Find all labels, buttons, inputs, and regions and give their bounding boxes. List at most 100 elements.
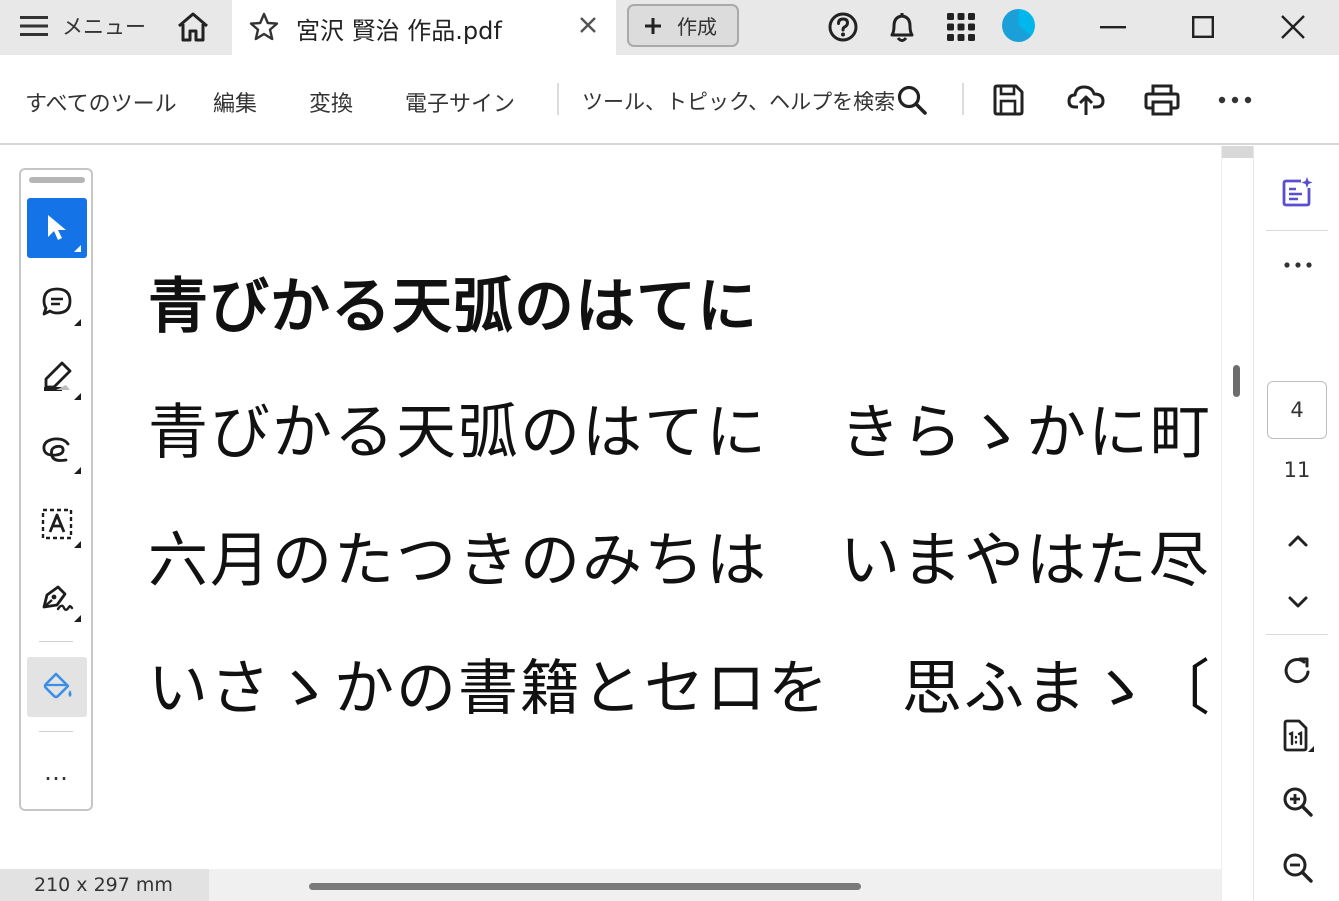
total-pages: 11 [1283, 458, 1311, 482]
poem-line: 青びかる天弧のはてに きらゝかに町 [148, 384, 1212, 471]
vertical-scroll-thumb[interactable] [1233, 365, 1240, 397]
ai-assistant-icon [1282, 177, 1313, 207]
menu-label: メニュー [62, 15, 146, 39]
home-icon [178, 12, 208, 42]
bell-icon [890, 13, 914, 42]
rail-divider [1266, 230, 1328, 231]
document-tab-title: 宮沢 賢治 作品.pdf [296, 17, 502, 45]
horizontal-scroll-thumb[interactable] [309, 883, 861, 890]
poem-line: いさゝかの書籍とセロを 思ふまゝ〔 [148, 640, 1212, 727]
poem-line-second-half: きらゝかに町 [840, 398, 1212, 468]
maximize-icon [1192, 16, 1214, 38]
freehand-draw-icon [42, 437, 70, 462]
search-icon [897, 85, 927, 115]
text-box-tool-button[interactable] [27, 494, 87, 554]
poem-line-second-half: いまやはた尽 [840, 526, 1211, 596]
document-tab[interactable]: 宮沢 賢治 作品.pdf [232, 0, 616, 55]
poem-line: 六月のたつきのみちは いまやはた尽 [148, 512, 1211, 599]
select-tool-button[interactable] [27, 198, 87, 258]
home-button[interactable] [172, 10, 214, 44]
convert-link[interactable]: 変換 [309, 86, 353, 118]
rotate-view-button[interactable] [1276, 649, 1320, 693]
tools-divider [39, 731, 73, 732]
poem-line-first-half: 六月のたつきのみちは [148, 526, 768, 596]
plus-icon [645, 17, 661, 34]
highlight-tool-button[interactable] [27, 346, 87, 406]
menu-button[interactable]: メニュー [20, 10, 146, 42]
ai-assistant-button[interactable] [1276, 170, 1320, 214]
paint-bucket-icon [43, 672, 72, 699]
chevron-down-icon [1288, 596, 1308, 608]
toolbar-divider [962, 83, 964, 115]
help-icon [828, 12, 858, 42]
rail-more-button[interactable] [1276, 243, 1320, 287]
highlighter-icon [44, 361, 72, 391]
drag-handle[interactable] [29, 177, 85, 183]
create-label: 作成 [677, 15, 717, 39]
rotate-icon [1284, 657, 1310, 684]
toolbar-divider [557, 83, 559, 115]
comment-icon [42, 287, 72, 316]
create-button[interactable]: 作成 [627, 4, 739, 47]
main-toolbar: すべてのツール 編集 変換 電子サイン ツール、トピック、ヘルプを検索 [0, 55, 1339, 145]
print-button[interactable] [1140, 79, 1184, 121]
zoom-in-icon [1283, 787, 1313, 817]
next-page-button[interactable] [1276, 580, 1320, 624]
zoom-out-button[interactable] [1276, 846, 1320, 890]
cursor-arrow-icon [48, 215, 66, 240]
close-window-button[interactable] [1270, 8, 1316, 46]
poem-line-first-half: 青びかる天弧のはてに [148, 398, 768, 468]
more-tools-button[interactable]: … [21, 758, 91, 786]
vertical-scrollbar[interactable] [1221, 146, 1253, 901]
cloud-upload-icon [1067, 85, 1105, 115]
minimize-button[interactable] [1090, 8, 1136, 46]
tools-divider [39, 641, 73, 642]
close-tab-icon[interactable] [578, 15, 598, 35]
print-icon [1144, 84, 1180, 116]
close-icon [1281, 15, 1305, 39]
edit-link[interactable]: 編集 [213, 86, 257, 118]
e-sign-link[interactable]: 電子サイン [405, 86, 515, 118]
star-icon[interactable] [248, 11, 280, 43]
zoom-in-button[interactable] [1276, 780, 1320, 824]
search-field[interactable]: ツール、トピック、ヘルプを検索 [582, 86, 895, 116]
more-options-button[interactable] [1213, 79, 1257, 121]
poem-line-first-half: いさゝかの書籍とセロを [148, 654, 830, 724]
user-avatar[interactable] [1002, 9, 1035, 42]
poem-line-second-half: 思ふまゝ〔 [902, 654, 1212, 724]
status-bar: 210 x 297 mm [0, 869, 1221, 901]
sign-tool-button[interactable] [27, 568, 87, 628]
help-button[interactable] [823, 8, 863, 46]
notifications-button[interactable] [882, 8, 922, 46]
comment-tool-button[interactable] [27, 272, 87, 332]
previous-page-button[interactable] [1276, 519, 1320, 563]
page-size-indicator: 210 x 297 mm [0, 869, 209, 901]
zoom-out-icon [1283, 853, 1313, 883]
minimize-icon [1100, 26, 1126, 29]
apps-grid-icon [947, 13, 975, 41]
fill-color-tool-button[interactable] [27, 657, 87, 717]
more-horizontal-icon [1218, 96, 1252, 104]
save-button[interactable] [986, 79, 1030, 121]
pen-signature-icon [42, 585, 74, 611]
right-side-rail: 4 11 [1253, 146, 1339, 901]
maximize-button[interactable] [1180, 8, 1226, 46]
search-button[interactable] [890, 79, 934, 121]
scroll-up-arrow[interactable] [1222, 146, 1253, 158]
actual-size-icon [1283, 719, 1314, 752]
apps-button[interactable] [941, 8, 981, 46]
text-box-icon [41, 508, 73, 540]
hamburger-icon [20, 16, 48, 36]
title-bar: メニュー 宮沢 賢治 作品.pdf 作成 [0, 0, 1339, 55]
actual-size-button[interactable] [1276, 714, 1320, 758]
all-tools-link[interactable]: すべてのツール [25, 86, 177, 118]
document-heading: 青びかる天弧のはてに [148, 272, 758, 342]
rail-divider [1266, 634, 1328, 635]
current-page-input[interactable]: 4 [1267, 381, 1327, 439]
document-page: 青びかる天弧のはてに 青びかる天弧のはてに きらゝかに町 六月のたつきのみちは いま… [148, 146, 1221, 869]
quick-tools-panel: … [19, 168, 93, 811]
upload-cloud-button[interactable] [1064, 79, 1108, 121]
chevron-up-icon [1288, 535, 1308, 547]
draw-tool-button[interactable] [27, 420, 87, 480]
save-icon [993, 84, 1024, 116]
